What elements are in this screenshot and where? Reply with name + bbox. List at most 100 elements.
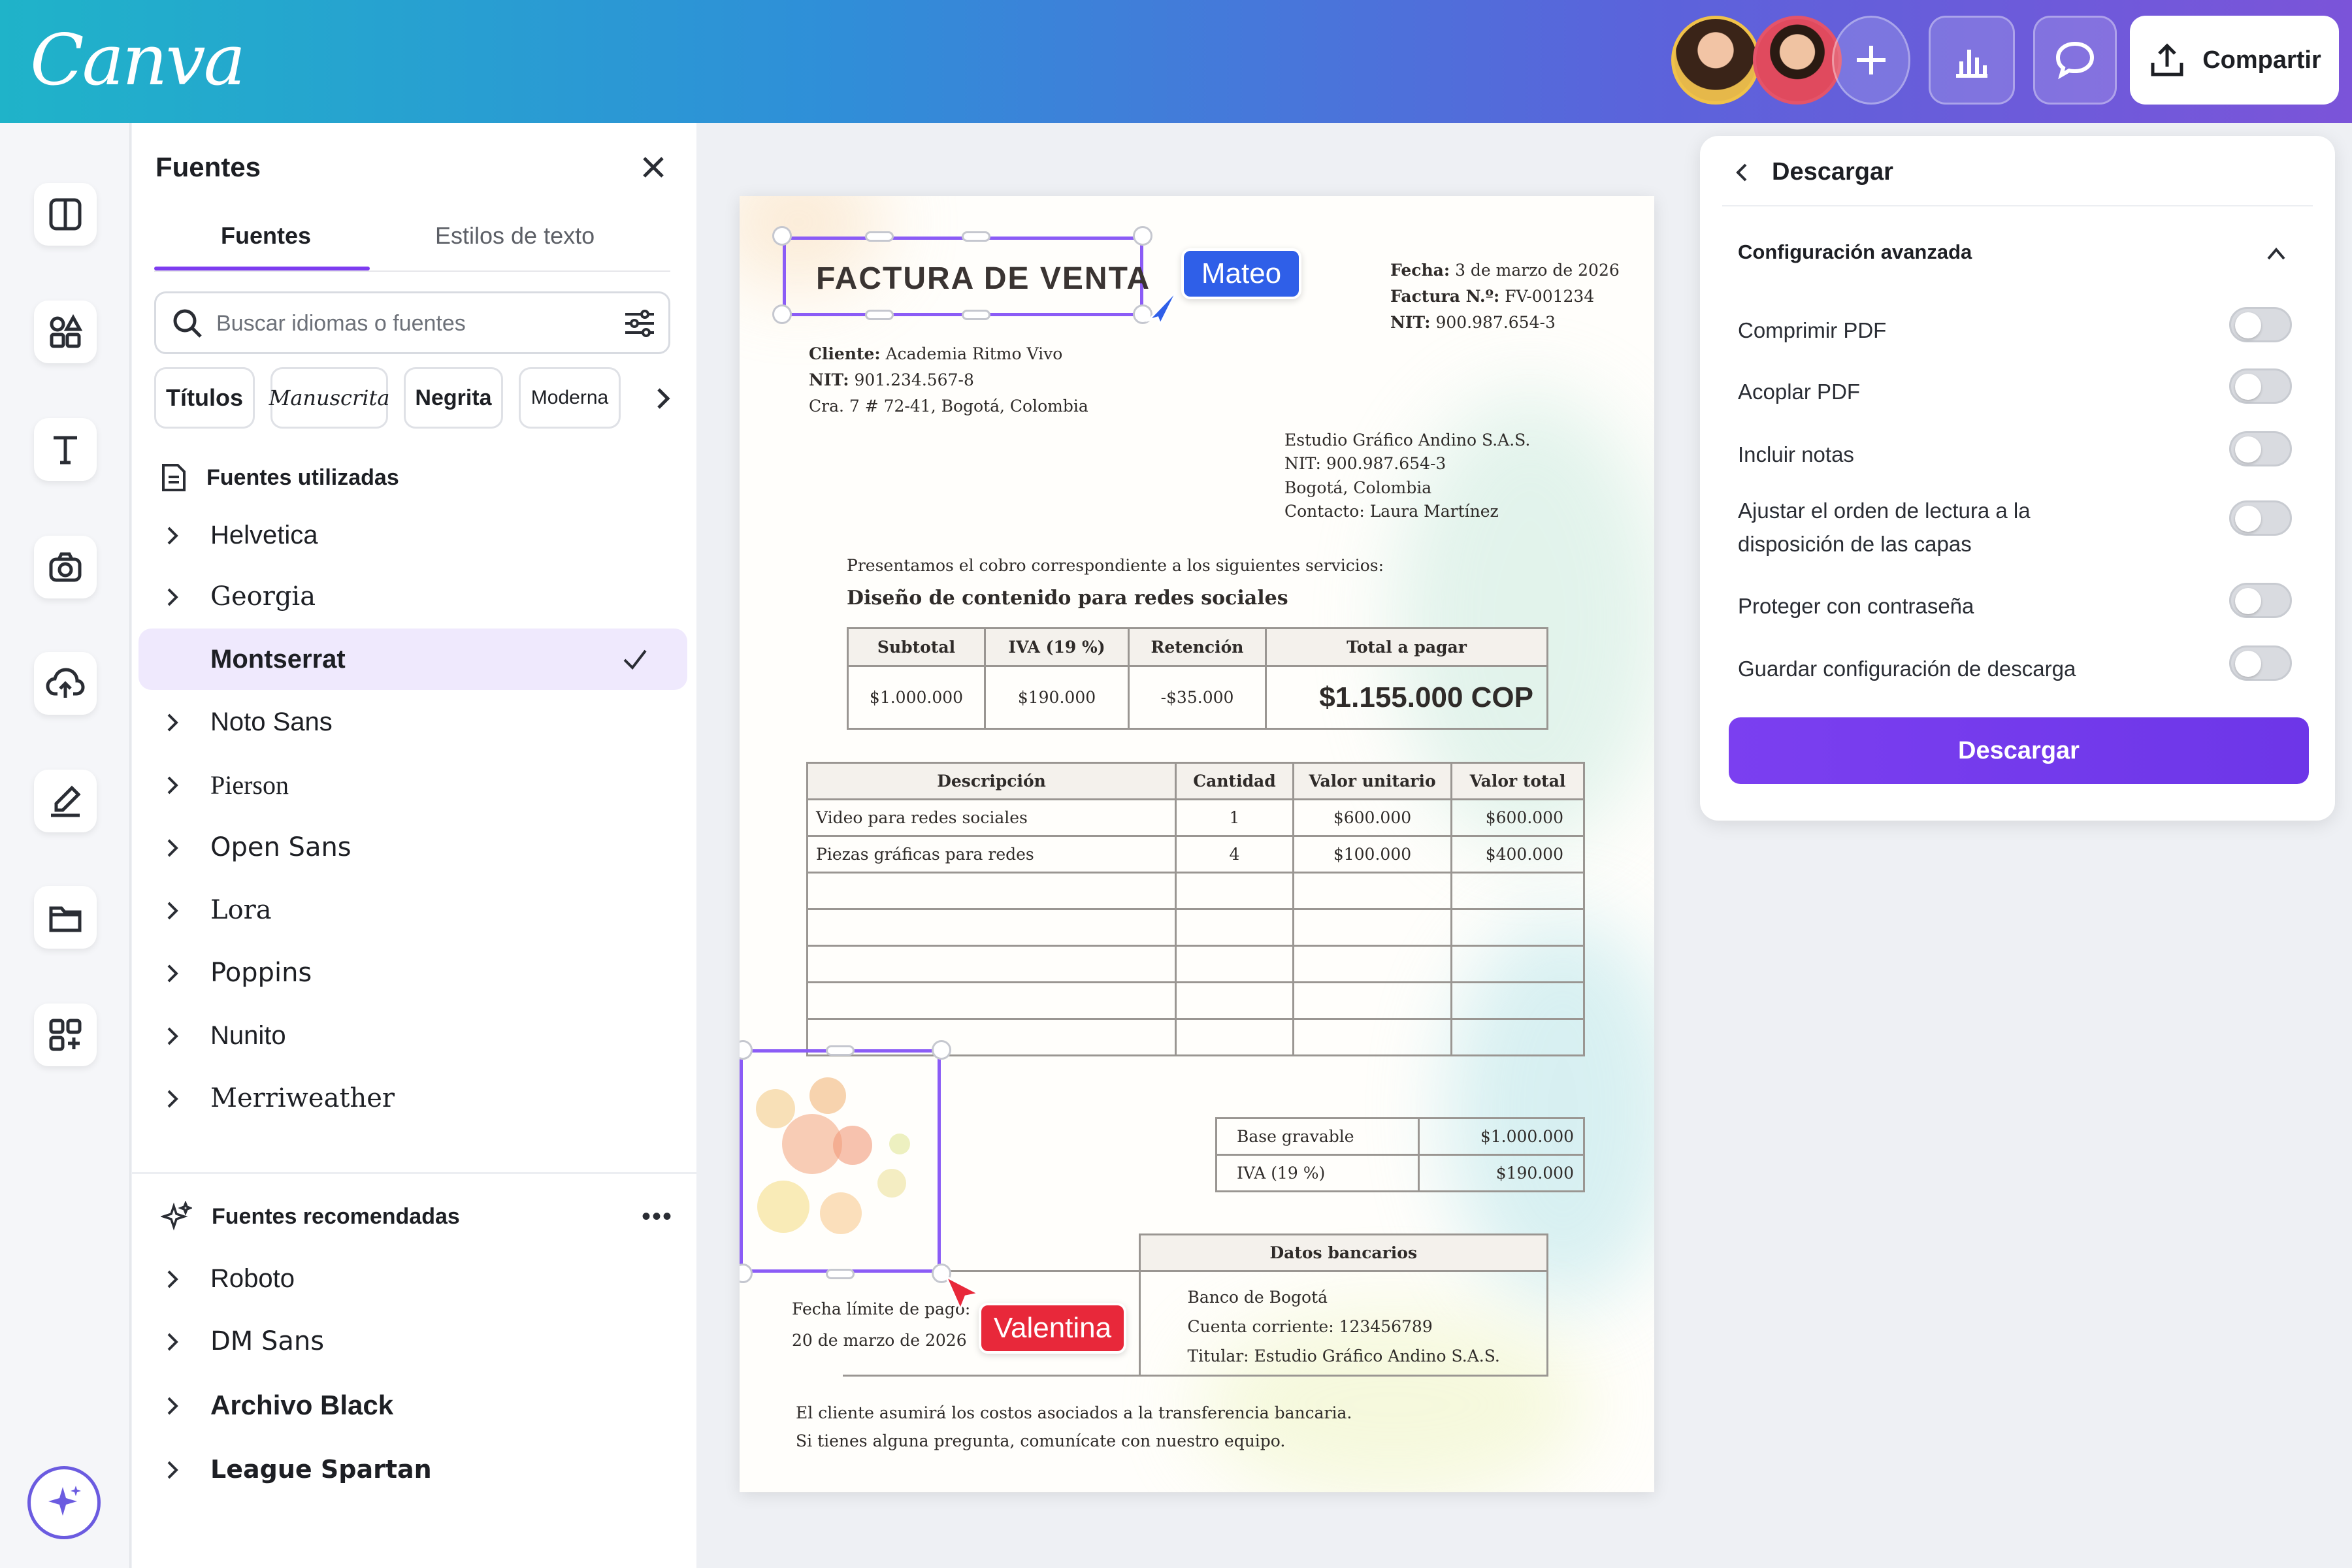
watercolor-dots-image — [756, 1077, 910, 1234]
font-item-dm-sans[interactable]: DM Sans — [132, 1311, 696, 1372]
title-selection-box[interactable]: FACTURA DE VENTA — [783, 237, 1149, 316]
chevron-right-icon — [167, 964, 178, 983]
font-item-pierson[interactable]: Pierson — [132, 754, 696, 815]
table-row — [806, 908, 1585, 947]
font-name: Poppins — [210, 958, 312, 988]
invoice-title[interactable]: FACTURA DE VENTA — [816, 261, 1151, 297]
advanced-settings-heading[interactable]: Configuración avanzada — [1738, 240, 1972, 264]
font-item-georgia[interactable]: Georgia — [132, 566, 696, 627]
chip-titles[interactable]: Títulos — [154, 367, 255, 429]
upload-icon — [2151, 43, 2183, 76]
share-label: Compartir — [2202, 46, 2321, 74]
chevron-right-icon[interactable] — [652, 385, 673, 412]
invoice-meta: Fecha: 3 de marzo de 2026 Factura N.º: F… — [1390, 261, 1620, 332]
font-item-poppins[interactable]: Poppins — [132, 942, 696, 1004]
resize-handle[interactable] — [962, 310, 990, 320]
active-tab-indicator — [154, 267, 370, 270]
collaborator-avatar-1[interactable] — [1671, 16, 1760, 105]
add-collaborator-button[interactable] — [1832, 16, 1910, 105]
rail-uploads-button[interactable] — [34, 652, 97, 715]
rail-elements-button[interactable] — [34, 301, 97, 363]
font-item-lora[interactable]: Lora — [132, 879, 696, 941]
font-search[interactable] — [154, 291, 670, 354]
chevron-right-icon — [167, 839, 178, 857]
font-search-input[interactable] — [216, 308, 582, 339]
back-arrow-icon[interactable] — [1733, 162, 1752, 183]
resize-handle[interactable] — [1133, 226, 1152, 246]
font-item-archivo-black[interactable]: Archivo Black — [132, 1375, 696, 1436]
chevron-right-icon — [167, 713, 178, 732]
resize-handle[interactable] — [865, 310, 894, 320]
collaborator-label-valentina: Valentina — [979, 1303, 1126, 1354]
bank-details: Banco de Bogotá Cuenta corriente: 123456… — [1138, 1270, 1548, 1377]
font-item-open-sans[interactable]: Open Sans — [132, 817, 696, 878]
font-item-noto-sans[interactable]: Noto Sans — [132, 691, 696, 753]
chevron-right-icon — [167, 588, 178, 606]
font-item-merriweather[interactable]: Merriweather — [132, 1068, 696, 1129]
rail-draw-button[interactable] — [34, 770, 97, 832]
font-name: Roboto — [210, 1264, 295, 1293]
table-row: Base gravable $1.000.000 — [1215, 1117, 1585, 1156]
toggle-reading-order[interactable] — [2229, 500, 2292, 536]
magic-assistant-button[interactable] — [27, 1466, 101, 1539]
panel-tabs: Fuentes Estilos de texto — [154, 213, 670, 272]
download-panel: Descargar Configuración avanzada Comprim… — [1700, 136, 2335, 821]
toggle-flatten-pdf[interactable] — [2229, 368, 2292, 404]
insights-button[interactable] — [1929, 16, 2015, 105]
resize-handle[interactable] — [865, 231, 894, 242]
canva-logo[interactable]: Canva — [30, 20, 246, 101]
download-button[interactable]: Descargar — [1729, 717, 2309, 784]
chip-modern[interactable]: Moderna — [519, 367, 621, 429]
font-item-nunito[interactable]: Nunito — [132, 1005, 696, 1066]
resize-handle[interactable] — [772, 226, 792, 246]
toggle-password[interactable] — [2229, 583, 2292, 618]
chip-bold[interactable]: Negrita — [404, 367, 503, 429]
font-item-helvetica[interactable]: Helvetica — [132, 504, 696, 566]
rail-projects-button[interactable] — [34, 886, 97, 949]
search-icon — [173, 309, 202, 338]
draw-icon — [51, 785, 81, 817]
summary-value: -$35.000 — [1128, 665, 1267, 730]
chip-handwritten[interactable]: Manuscrita — [269, 367, 389, 429]
resize-handle[interactable] — [932, 1040, 951, 1060]
collaborator-avatar-2[interactable] — [1753, 16, 1842, 105]
more-options-icon[interactable]: ••• — [642, 1202, 673, 1232]
intro-text: Presentamos el cobro correspondiente a l… — [847, 556, 1384, 575]
tab-text-styles[interactable]: Estilos de texto — [435, 222, 595, 250]
toggle-compress-pdf[interactable] — [2229, 307, 2292, 342]
chevron-right-icon — [167, 1090, 178, 1108]
font-panel: Fuentes Fuentes Estilos de texto Títulos… — [132, 123, 696, 1568]
chevron-right-icon — [167, 1397, 178, 1415]
items-header: Descripción — [806, 762, 1177, 800]
camera-icon — [49, 552, 82, 582]
rail-design-button[interactable] — [34, 183, 97, 246]
chevron-right-icon — [167, 527, 178, 545]
rail-brand-button[interactable] — [34, 536, 97, 598]
share-button[interactable]: Compartir — [2130, 16, 2339, 105]
font-item-montserrat[interactable]: Montserrat — [139, 629, 687, 690]
chevron-right-icon — [167, 1461, 178, 1479]
toggle-save-settings[interactable] — [2229, 645, 2292, 681]
rail-apps-button[interactable] — [34, 1004, 97, 1066]
font-item-league-spartan[interactable]: League Spartan — [132, 1439, 696, 1500]
font-item-roboto[interactable]: Roboto — [132, 1248, 696, 1309]
summary-table: Subtotal IVA (19 %) Retención Total a pa… — [847, 627, 1548, 730]
comments-button[interactable] — [2033, 16, 2117, 105]
filter-icon[interactable] — [621, 305, 658, 342]
resize-handle[interactable] — [772, 304, 792, 324]
summary-value: $190.000 — [984, 665, 1130, 730]
chevron-up-icon[interactable] — [2264, 244, 2288, 263]
resize-handle[interactable] — [962, 231, 990, 242]
font-name: Montserrat — [210, 644, 346, 674]
used-fonts-heading: Fuentes utilizadas — [161, 463, 399, 493]
toggle-include-notes[interactable] — [2229, 431, 2292, 466]
resize-handle[interactable] — [826, 1269, 855, 1279]
tab-fonts[interactable]: Fuentes — [221, 222, 311, 250]
resize-handle[interactable] — [826, 1045, 855, 1056]
rail-text-button[interactable] — [34, 418, 97, 481]
close-panel-button[interactable] — [635, 149, 672, 186]
collaborator-label-mateo: Mateo — [1181, 248, 1301, 299]
decorative-image-selection[interactable] — [740, 1049, 941, 1273]
invoice-page[interactable]: FACTURA DE VENTA Mateo Fecha: 3 de marzo… — [740, 196, 1654, 1492]
sparkle-icon — [161, 1201, 192, 1231]
